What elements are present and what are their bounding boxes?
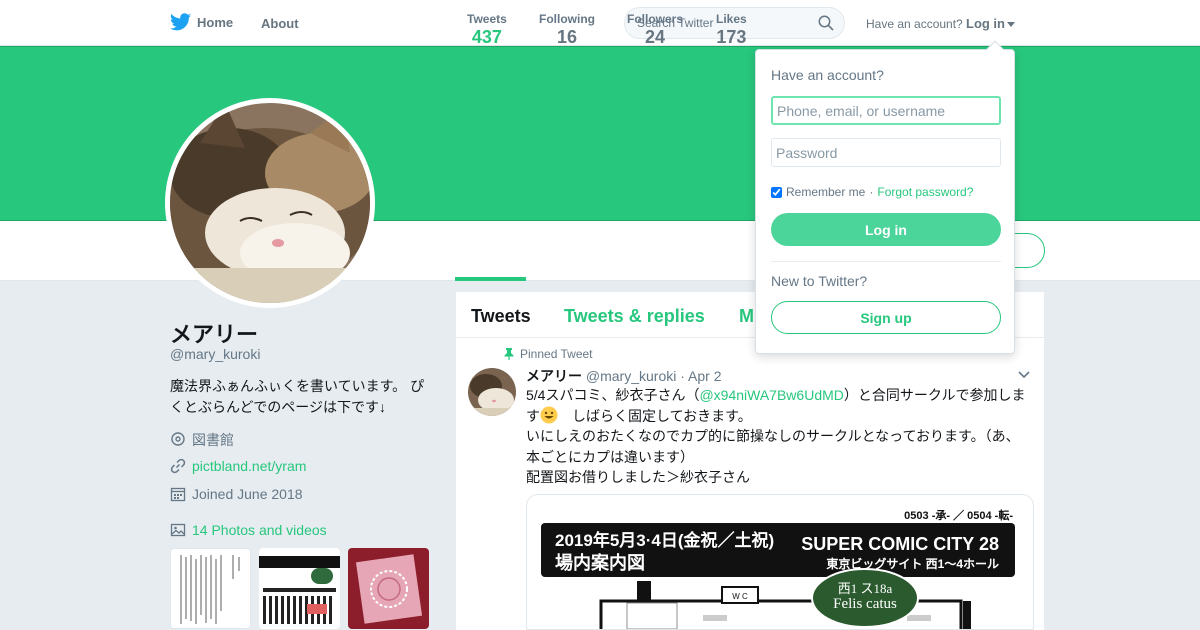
pin-icon (504, 348, 514, 360)
tweet-text-line2-prefix: す (526, 407, 540, 424)
home-link[interactable]: Home (170, 13, 233, 31)
tweet-text: 5/4スパコミ、紗衣子さん（@x94niWA7Bw6UdMD）と合同サークルで参… (526, 385, 1031, 488)
username-field[interactable] (771, 96, 1001, 125)
photo-thumbnail[interactable] (259, 548, 340, 629)
profile-website: pictbland.net/yram (170, 458, 306, 474)
stat-value: 24 (644, 27, 666, 47)
profile-name[interactable]: メアリー (170, 317, 258, 349)
media-oval-line1: 西1 ス18a (838, 581, 893, 596)
stat-value: 16 (556, 27, 578, 47)
new-to-twitter-text: New to Twitter? (771, 273, 868, 289)
chevron-down-icon[interactable] (1018, 371, 1030, 379)
photo-thumbnail[interactable] (170, 548, 251, 629)
link-icon (170, 458, 186, 474)
avatar-cat-image (170, 103, 370, 303)
profile-joined: Joined June 2018 (170, 486, 303, 502)
tweet-media-image[interactable]: 0503 -承- ／ 0504 -転- 2019年5月3·4日(金祝／土祝) 場… (526, 494, 1034, 630)
caret-down-icon (1007, 22, 1015, 27)
image-icon (170, 523, 186, 537)
stat-tweets[interactable]: Tweets 437 (467, 12, 507, 48)
pinned-tweet-label: Pinned Tweet (504, 347, 593, 361)
dropdown-divider (771, 261, 1001, 262)
profile-avatar[interactable] (165, 98, 375, 308)
tweet-author-name[interactable]: メアリー (526, 368, 582, 384)
profile-bio: 魔法界ふぁんふぃくを書いています。 ぴくとぶらんどでのページは下です↓ (170, 378, 425, 415)
login-button[interactable]: Log in (771, 213, 1001, 246)
stat-value: 437 (471, 27, 502, 47)
media-banner-venue: 東京ビッグサイト 西1〜4ホール (826, 556, 999, 571)
tweet-text-line3: いにしえのおたくなのでカプ的に節操なしのサークルとなっております。（あ、本ごとに… (526, 428, 1020, 465)
forgot-password-link[interactable]: Forgot password? (877, 185, 973, 199)
media-banner-map-title: 場内案内図 (555, 552, 645, 573)
tweet-text-line4: 配置図お借りしました＞紗衣子さん (526, 469, 750, 485)
media-banner-date: 2019年5月3·4日(金祝／土祝) (555, 530, 774, 550)
login-label: Log in (966, 16, 1005, 31)
remember-me-checkbox[interactable] (771, 186, 782, 198)
stat-label: Following (539, 12, 595, 26)
photos-videos-link[interactable]: 14 Photos and videos (170, 522, 327, 538)
location-pin-icon (171, 432, 185, 446)
tab-tweets-replies[interactable]: Tweets & replies (564, 306, 705, 327)
media-oval-line2: Felis catus (833, 596, 897, 612)
joined-text: Joined June 2018 (192, 486, 303, 502)
pinned-text: Pinned Tweet (520, 347, 593, 361)
home-label: Home (197, 14, 234, 30)
location-text: 図書館 (192, 432, 234, 448)
active-tab-underline (455, 277, 526, 281)
stat-value: 173 (716, 27, 747, 47)
stat-followers[interactable]: Followers 24 (627, 12, 683, 48)
stat-following[interactable]: Following 16 (539, 12, 595, 48)
tweet-avatar[interactable] (468, 368, 516, 416)
grinning-face-emoji-icon (540, 406, 558, 423)
tweet-mention-link[interactable]: @x94niWA7Bw6UdMD (699, 387, 843, 403)
profile-location: 図書館 (170, 430, 234, 450)
remember-me-row: Remember me · Forgot password? (771, 185, 973, 199)
stat-label: Followers (627, 12, 684, 26)
about-link[interactable]: About (261, 16, 299, 31)
stat-label: Likes (716, 12, 747, 26)
tweet-date[interactable]: Apr 2 (688, 368, 721, 384)
top-navbar: Home About Have an account? Log in (0, 0, 1200, 46)
login-dropdown: Have an account? Remember me · Forgot pa… (755, 40, 1015, 354)
have-account-text: Have an account? (866, 17, 963, 31)
dropdown-title: Have an account? (771, 67, 884, 83)
tweet-text-line2-suffix: しばらく固定しておきます。 (558, 407, 752, 424)
stat-label: Tweets (467, 12, 507, 26)
photos-link-text: 14 Photos and videos (192, 522, 327, 538)
tweet-dot: · (680, 368, 685, 384)
signup-button[interactable]: Sign up (771, 301, 1001, 334)
tab-tweets[interactable]: Tweets (471, 306, 531, 327)
login-dropdown-toggle[interactable]: Log in (966, 16, 1015, 31)
remember-me-label[interactable]: Remember me (786, 185, 865, 199)
tab-media[interactable]: M (739, 306, 754, 327)
calendar-icon (170, 487, 186, 502)
tweet-text-line1-suffix: ）と合同サークルで参加しま (843, 387, 1026, 403)
search-icon[interactable] (818, 15, 834, 31)
media-wc-label: W C (732, 592, 748, 601)
tweet-header: メアリー @mary_kuroki · Apr 2 (526, 366, 722, 386)
tweet-text-line1-prefix: 5/4スパコミ、紗衣子さん（ (526, 387, 700, 403)
media-banner-event: SUPER COMIC CITY 28 (801, 534, 999, 554)
remember-separator: · (869, 185, 874, 199)
profile-handle[interactable]: @mary_kuroki (170, 346, 260, 362)
twitter-bird-icon (170, 13, 191, 31)
password-field[interactable] (771, 138, 1001, 167)
website-link[interactable]: pictbland.net/yram (192, 458, 306, 474)
tweet-author-handle[interactable]: @mary_kuroki (586, 368, 676, 384)
photo-thumbnail[interactable] (348, 548, 429, 629)
stat-likes[interactable]: Likes 173 (716, 12, 747, 48)
media-top-right-text: 0503 -承- ／ 0504 -転- (904, 508, 1013, 522)
